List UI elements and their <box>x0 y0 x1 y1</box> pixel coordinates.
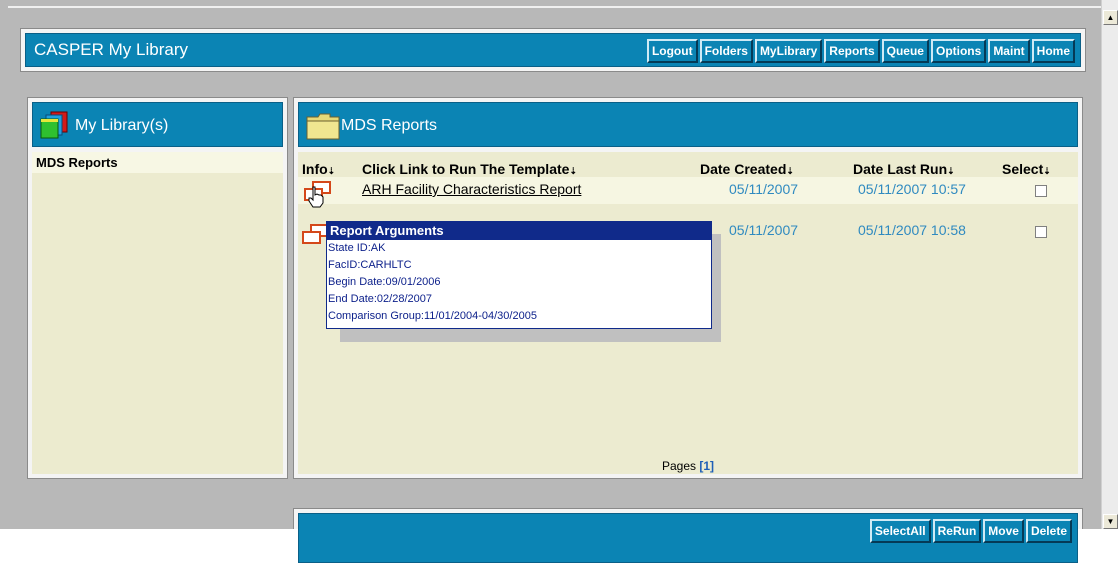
library-item-mds-reports[interactable]: MDS Reports <box>32 152 283 173</box>
scroll-up-icon[interactable]: ▲ <box>1103 10 1118 25</box>
date-last-run: 05/11/2007 10:58 <box>858 222 966 238</box>
sort-arrow-icon: ⇣ <box>786 166 794 176</box>
date-last-run: 05/11/2007 10:57 <box>858 181 966 197</box>
app-header: CASPER My Library Logout Folders MyLibra… <box>20 28 1086 72</box>
tooltip-line: Begin Date:09/01/2006 <box>328 276 441 288</box>
col-template[interactable]: Click Link to Run The Template⇣ <box>362 161 577 177</box>
hand-cursor-icon <box>306 186 326 208</box>
col-info[interactable]: Info⇣ <box>302 161 335 177</box>
col-created-label: Date Created <box>700 161 787 177</box>
report-link[interactable]: ARH Facility Characteristics Report <box>362 181 581 197</box>
pages-label: Pages <box>662 459 697 473</box>
col-template-label: Click Link to Run The Template <box>362 161 570 177</box>
folders-button[interactable]: Folders <box>699 39 753 63</box>
delete-button[interactable]: Delete <box>1025 519 1072 543</box>
options-button[interactable]: Options <box>930 39 987 63</box>
footer-bar: SelectAll ReRun Move Delete <box>298 513 1078 563</box>
select-checkbox[interactable] <box>1035 185 1047 197</box>
library-list: MDS Reports <box>32 152 283 474</box>
col-date-created[interactable]: Date Created⇣ <box>700 161 794 177</box>
col-date-last-run[interactable]: Date Last Run⇣ <box>853 161 955 177</box>
reports-panel-header: MDS Reports <box>298 102 1078 147</box>
maint-button[interactable]: Maint <box>988 39 1030 63</box>
nav-bar: Logout Folders MyLibrary Reports Queue O… <box>646 39 1075 63</box>
scroll-down-icon[interactable]: ▼ <box>1103 514 1118 529</box>
app-title: CASPER My Library <box>34 40 188 59</box>
date-created: 05/11/2007 <box>729 222 799 238</box>
reports-button[interactable]: Reports <box>824 39 880 63</box>
tooltip-line: FacID:CARHLTC <box>328 259 412 271</box>
sort-arrow-icon: ⇣ <box>1043 166 1051 176</box>
page-link-1[interactable]: [1] <box>699 459 714 473</box>
pagination: Pages [1] <box>662 459 714 473</box>
col-last-run-label: Date Last Run <box>853 161 948 177</box>
date-created: 05/11/2007 <box>729 181 799 197</box>
footer-buttons: SelectAll ReRun Move Delete <box>869 519 1072 543</box>
select-checkbox[interactable] <box>1035 226 1047 238</box>
tooltip-title: Report Arguments <box>327 222 711 240</box>
browser-content: CASPER My Library Logout Folders MyLibra… <box>0 0 1101 563</box>
col-select-label: Select <box>1002 161 1044 177</box>
col-info-label: Info <box>302 161 328 177</box>
rerun-button[interactable]: ReRun <box>932 519 982 543</box>
col-select[interactable]: Select⇣ <box>1002 161 1051 177</box>
library-panel-title: My Library(s) <box>75 117 169 134</box>
tooltip-line: End Date:02/28/2007 <box>328 293 432 305</box>
library-panel: My Library(s) MDS Reports <box>27 97 288 479</box>
home-button[interactable]: Home <box>1031 39 1075 63</box>
tooltip-line: State ID:AK <box>328 242 386 254</box>
sort-arrow-icon: ⇣ <box>947 166 955 176</box>
logout-button[interactable]: Logout <box>646 39 698 63</box>
folder-icon <box>306 112 340 140</box>
move-button[interactable]: Move <box>983 519 1024 543</box>
vertical-scrollbar[interactable]: ▲ ▼ <box>1101 0 1118 529</box>
reports-panel-title: MDS Reports <box>341 117 438 134</box>
select-all-button[interactable]: SelectAll <box>869 519 931 543</box>
footer-toolbar: SelectAll ReRun Move Delete <box>293 508 1083 563</box>
mylibrary-button[interactable]: MyLibrary <box>754 39 823 63</box>
folders-icon <box>39 110 69 140</box>
library-panel-header: My Library(s) <box>32 102 283 147</box>
report-arguments-tooltip: Report Arguments State ID:AK FacID:CARHL… <box>326 221 712 329</box>
queue-button[interactable]: Queue <box>881 39 929 63</box>
sort-arrow-icon: ⇣ <box>569 166 577 176</box>
sort-arrow-icon: ⇣ <box>327 166 336 176</box>
frame-highlight <box>8 6 1101 8</box>
tooltip-line: Comparison Group:11/01/2004-04/30/2005 <box>328 310 537 322</box>
table-row: ARH Facility Characteristics Report 05/1… <box>298 177 1078 208</box>
header-bar: CASPER My Library Logout Folders MyLibra… <box>25 33 1081 67</box>
